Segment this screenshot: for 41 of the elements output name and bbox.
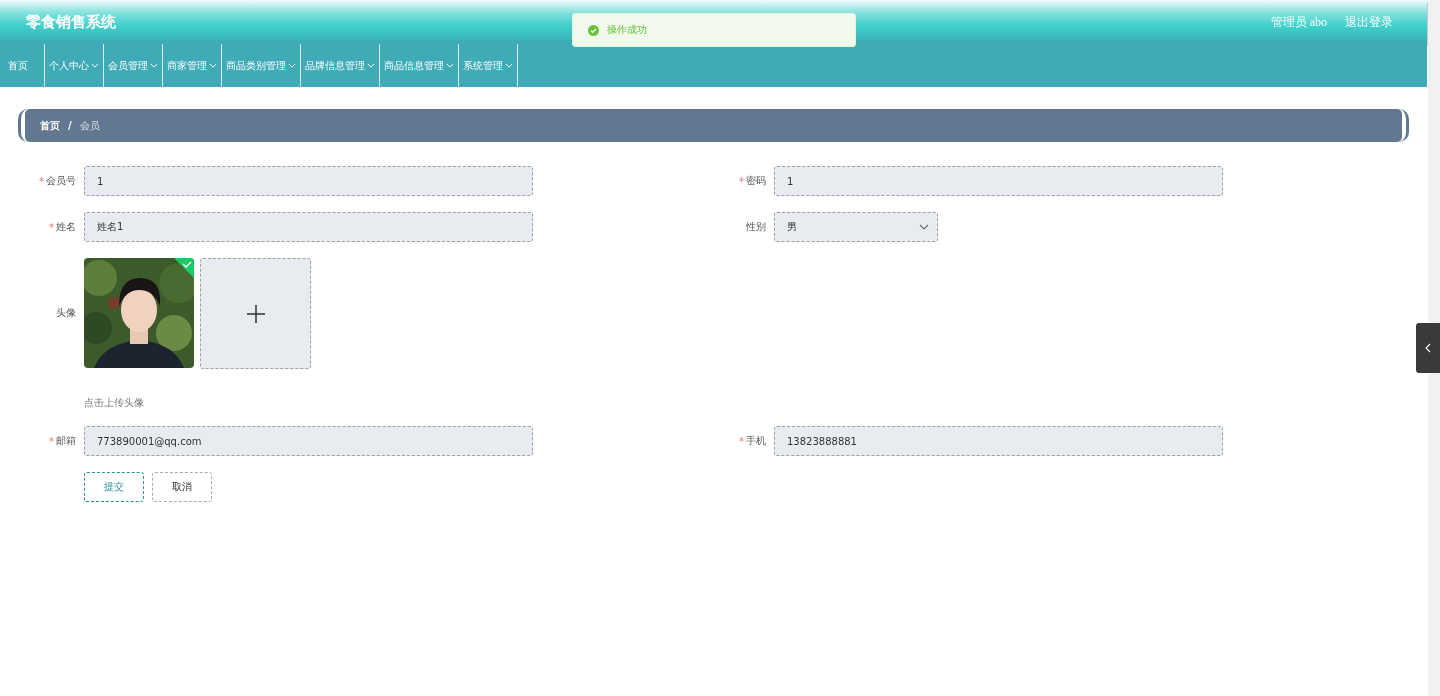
submit-button[interactable]: 提交 <box>84 472 144 502</box>
upload-hint: 点击上传头像 <box>84 396 145 410</box>
nav-item[interactable]: 商品信息管理 <box>380 44 459 87</box>
app-title: 零食销售系统 <box>26 12 116 32</box>
chevron-down-icon <box>919 224 929 230</box>
select-field[interactable]: 男 <box>774 212 938 242</box>
field-label: 性别 <box>746 220 766 234</box>
nav-item[interactable]: 会员管理 <box>104 44 163 87</box>
nav-item[interactable]: 品牌信息管理 <box>301 44 380 87</box>
input-field[interactable]: 1 <box>774 166 1223 196</box>
breadcrumb-item[interactable]: 首页 <box>40 118 60 133</box>
required-mark: * <box>39 175 44 187</box>
cancel-button[interactable]: 取消 <box>152 472 212 502</box>
chevron-left-icon <box>1425 343 1431 353</box>
plus-icon <box>246 304 265 323</box>
input-field[interactable]: 13823888881 <box>774 426 1223 456</box>
check-circle-icon <box>588 24 599 36</box>
nav-item[interactable]: 商品类别管理 <box>222 44 301 87</box>
field-label: 邮箱 <box>56 434 76 448</box>
nav-item[interactable]: 系统管理 <box>459 44 518 87</box>
field-label: 密码 <box>746 174 766 188</box>
required-mark: * <box>49 435 54 447</box>
user-name: 管理员 abo <box>1270 13 1327 31</box>
nav-item[interactable]: 首页 <box>0 44 45 87</box>
breadcrumb-separator: / <box>68 120 72 131</box>
input-field[interactable]: 773890001@qq.com <box>84 426 533 456</box>
required-mark: * <box>739 435 744 447</box>
field-label: 手机 <box>746 434 766 448</box>
field-label: 会员号 <box>46 174 76 188</box>
input-field[interactable]: 姓名1 <box>84 212 533 242</box>
required-mark: * <box>49 221 54 233</box>
breadcrumb-item[interactable]: 会员 <box>79 118 100 133</box>
required-mark: * <box>739 175 744 187</box>
toast-message: 操作成功 <box>607 23 647 37</box>
upload-button[interactable] <box>200 258 311 369</box>
side-panel-toggle[interactable] <box>1416 323 1440 373</box>
input-field[interactable]: 1 <box>84 166 533 196</box>
nav-item[interactable]: 个人中心 <box>45 44 104 87</box>
nav-item[interactable]: 商家管理 <box>163 44 222 87</box>
field-label: 姓名 <box>56 220 76 234</box>
field-label: 头像 <box>56 306 76 320</box>
